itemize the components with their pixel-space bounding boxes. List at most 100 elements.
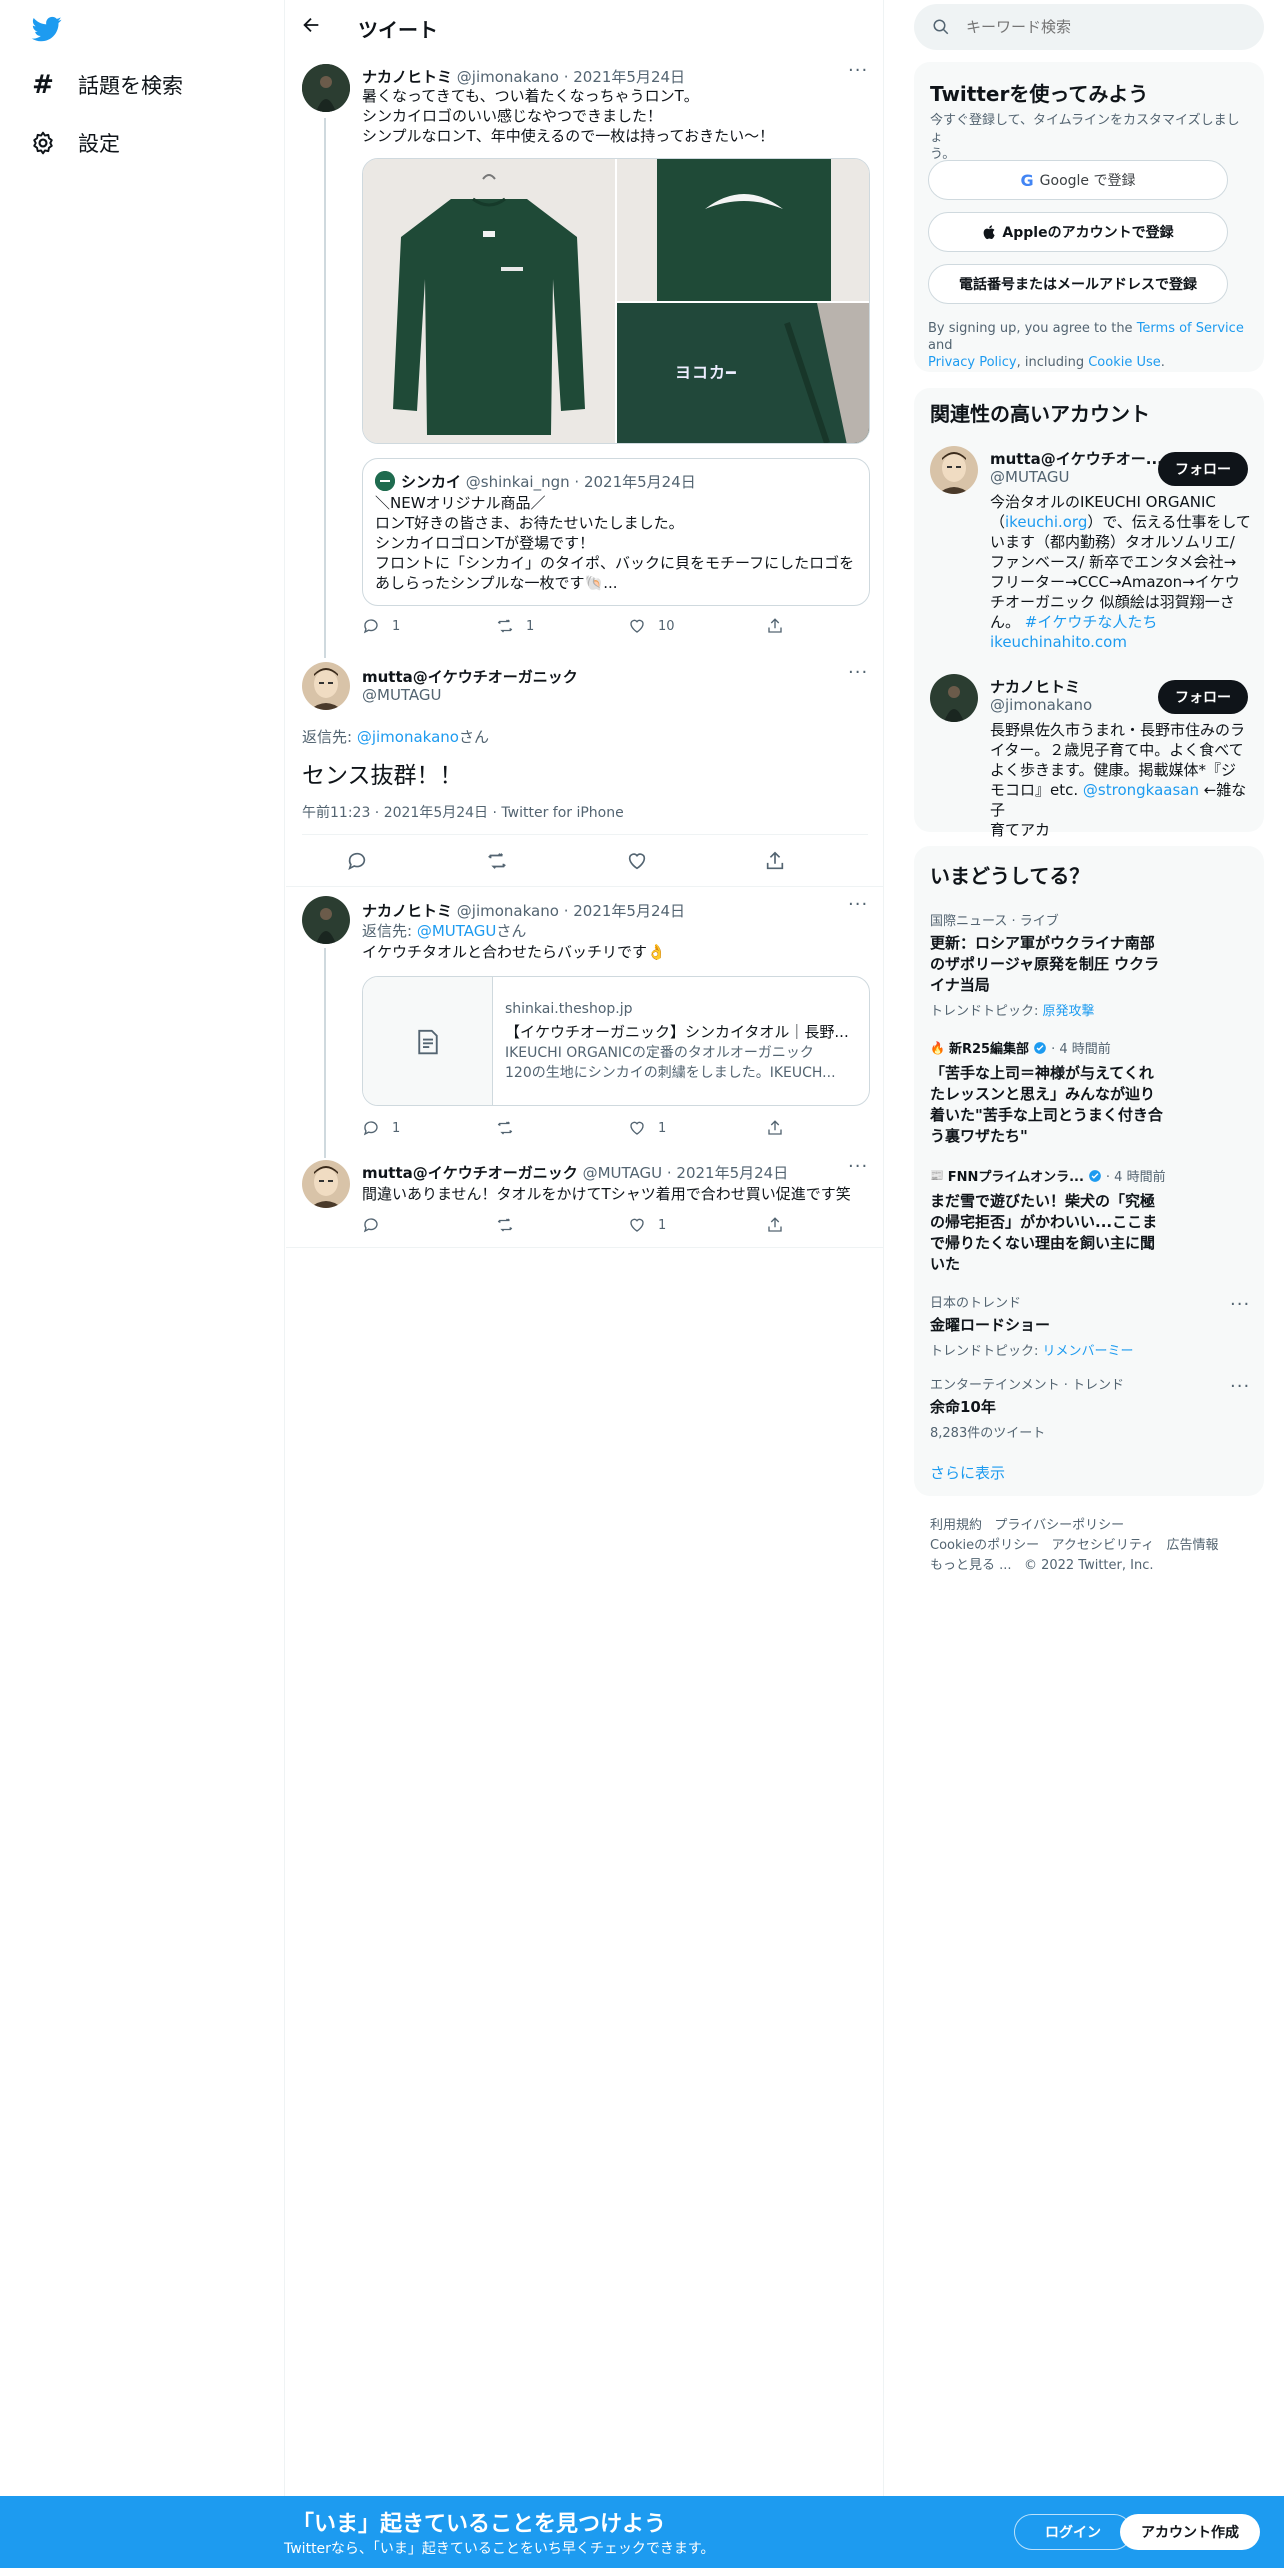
account-handle[interactable]: @MUTAGU: [990, 468, 1070, 486]
page-title: ツイート: [358, 18, 438, 42]
trend-topic-link[interactable]: リメンバーミー: [1043, 1344, 1134, 1359]
like-button[interactable]: 1: [628, 1119, 666, 1137]
share-icon[interactable]: [764, 850, 786, 872]
author-handle[interactable]: @MUTAGU: [362, 686, 442, 704]
author-name[interactable]: mutta@イケウチオーガニック: [362, 666, 578, 687]
like-button[interactable]: 1: [628, 1216, 666, 1234]
tweet-meta[interactable]: 午前11:23 · 2021年5月24日 · Twitter for iPhon…: [302, 802, 624, 822]
quote-author-name: シンカイ: [401, 473, 462, 491]
google-signup-button[interactable]: G Google で登録: [928, 160, 1228, 200]
trend-topic-link[interactable]: 原発攻撃: [1043, 1004, 1095, 1019]
trend-item[interactable]: 🔥 新R25編集部 · 4 時間前 「苦手な上司＝神様が与えてくれ たレッスンと…: [930, 1038, 1250, 1147]
bio-hashtag-link[interactable]: #イケウチな人たち: [1025, 613, 1158, 631]
search-bar[interactable]: [914, 4, 1264, 50]
login-button[interactable]: ログイン: [1014, 2514, 1132, 2550]
more-icon[interactable]: ···: [1230, 1376, 1250, 1397]
retweet-button[interactable]: 1: [496, 617, 534, 635]
footer-privacy-link[interactable]: プライバシーポリシー: [994, 1518, 1124, 1533]
reply-button[interactable]: 1: [362, 1119, 400, 1137]
show-more-link[interactable]: さらに表示: [930, 1462, 1005, 1483]
author-name[interactable]: ナカノヒトミ: [362, 68, 452, 86]
retweet-icon[interactable]: [486, 850, 508, 872]
privacy-policy-link[interactable]: Privacy Policy: [928, 355, 1017, 370]
author-handle[interactable]: @jimonakano: [457, 902, 559, 920]
phone-email-signup-button[interactable]: 電話番号またはメールアドレスで登録: [928, 264, 1228, 304]
account-name[interactable]: ナカノヒトミ: [990, 676, 1080, 697]
author-handle[interactable]: @MUTAGU: [583, 1164, 663, 1182]
trend-count: 8,283件のツイート: [930, 1426, 1046, 1441]
trend-item[interactable]: 国際ニュース · ライブ 更新：ロシア軍がウクライナ南部 のザポリージャ原発を制…: [930, 910, 1250, 1019]
nav-explore[interactable]: # 話題を検索: [30, 70, 183, 100]
more-icon[interactable]: ···: [1230, 1294, 1250, 1315]
reply-button[interactable]: 1: [362, 617, 400, 635]
search-input[interactable]: [966, 12, 1246, 42]
tweet-date[interactable]: 2021年5月24日: [573, 902, 685, 920]
quote-tweet[interactable]: シンカイ @shinkai_ngn · 2021年5月24日 ＼NEWオリジナル…: [362, 458, 870, 606]
reply-button[interactable]: [362, 1216, 380, 1234]
nav-settings[interactable]: 設定: [30, 128, 120, 158]
trend-item[interactable]: 日本のトレンド 金曜ロードショー トレンドトピック: リメンバーミー: [930, 1292, 1250, 1359]
photo-front[interactable]: [363, 159, 615, 443]
avatar[interactable]: [302, 1160, 350, 1208]
reply-to-link[interactable]: @jimonakano: [357, 728, 459, 746]
more-icon[interactable]: ···: [848, 60, 868, 81]
author-handle[interactable]: @jimonakano: [457, 68, 559, 86]
retweet-button[interactable]: [496, 1216, 514, 1234]
link-title: 【イケウチオーガニック】シンカイタオル｜長野...: [505, 1023, 849, 1041]
author-name[interactable]: ナカノヒトミ: [362, 902, 452, 920]
link-domain: shinkai.theshop.jp: [505, 1001, 633, 1017]
trend-title-line: イナ当局: [930, 976, 990, 994]
account-handle[interactable]: @jimonakano: [990, 696, 1092, 714]
trend-item[interactable]: 📰 FNNプライムオンラ... · 4 時間前 まだ雪で遊びたい！柴犬の「究極 …: [930, 1166, 1250, 1275]
heart-icon: [628, 1216, 646, 1234]
bio-link[interactable]: ikeuchi.org: [1005, 513, 1087, 531]
photo-back[interactable]: [617, 159, 869, 301]
avatar[interactable]: [930, 446, 978, 494]
avatar[interactable]: [302, 896, 350, 944]
account-name[interactable]: mutta@イケウチオー...: [990, 448, 1163, 469]
back-arrow-icon[interactable]: [300, 14, 322, 36]
cookie-use-link[interactable]: Cookie Use: [1088, 355, 1161, 370]
share-button[interactable]: [766, 1119, 784, 1137]
share-button[interactable]: [766, 1216, 784, 1234]
avatar[interactable]: [302, 64, 350, 112]
trend-item[interactable]: エンターテインメント · トレンド 余命10年 8,283件のツイート: [930, 1374, 1250, 1441]
reply-suffix: さん: [496, 922, 527, 940]
tweet-date[interactable]: 2021年5月24日: [676, 1164, 788, 1182]
follow-button[interactable]: フォロー: [1158, 452, 1248, 486]
share-button[interactable]: [766, 617, 784, 635]
footer-cookie-link[interactable]: Cookieのポリシー: [930, 1538, 1039, 1553]
main-tweet-text: センス抜群！！: [302, 763, 463, 789]
apple-signup-label: Appleのアカウントで登録: [1002, 225, 1174, 241]
bio-link[interactable]: ikeuchinahito.com: [990, 632, 1252, 652]
avatar[interactable]: [302, 662, 350, 710]
more-icon[interactable]: ···: [848, 1156, 868, 1177]
terms-of-service-link[interactable]: Terms of Service: [1137, 321, 1244, 336]
retweet-button[interactable]: [496, 1119, 514, 1137]
signup-button[interactable]: アカウント作成: [1120, 2514, 1260, 2550]
photo-detail[interactable]: ヨコカ━: [617, 303, 869, 443]
footer-terms-link[interactable]: 利用規約: [930, 1518, 982, 1533]
signup-terms: By signing up, you agree to the Terms of…: [928, 320, 1254, 371]
link-card[interactable]: shinkai.theshop.jp 【イケウチオーガニック】シンカイタオル｜長…: [362, 976, 870, 1106]
more-icon[interactable]: ···: [848, 894, 868, 915]
reply-icon[interactable]: [346, 850, 368, 872]
footer-more-link[interactable]: もっと見る ...: [930, 1558, 1012, 1573]
footer-ads-link[interactable]: 広告情報: [1167, 1538, 1219, 1553]
twitter-logo-icon[interactable]: [30, 14, 64, 44]
apple-signup-button[interactable]: Appleのアカウントで登録: [928, 212, 1228, 252]
relevant-title: 関連性の高いアカウント: [930, 402, 1150, 426]
avatar[interactable]: [930, 674, 978, 722]
tweet-date[interactable]: 2021年5月24日: [573, 68, 685, 86]
author-name[interactable]: mutta@イケウチオーガニック: [362, 1164, 578, 1182]
like-button[interactable]: 10: [628, 617, 675, 635]
reply-context: 返信先: @jimonakanoさん: [302, 726, 489, 747]
heart-icon[interactable]: [626, 850, 648, 872]
footer-accessibility-link[interactable]: アクセシビリティ: [1052, 1538, 1155, 1553]
follow-button[interactable]: フォロー: [1158, 680, 1248, 714]
bio-mention-link[interactable]: @strongkaasan: [1083, 781, 1199, 799]
more-icon[interactable]: ···: [848, 662, 868, 683]
reply-suffix: さん: [458, 728, 489, 746]
reply-to-link[interactable]: @MUTAGU: [417, 922, 497, 940]
nav-explore-label: 話題を検索: [78, 74, 183, 98]
